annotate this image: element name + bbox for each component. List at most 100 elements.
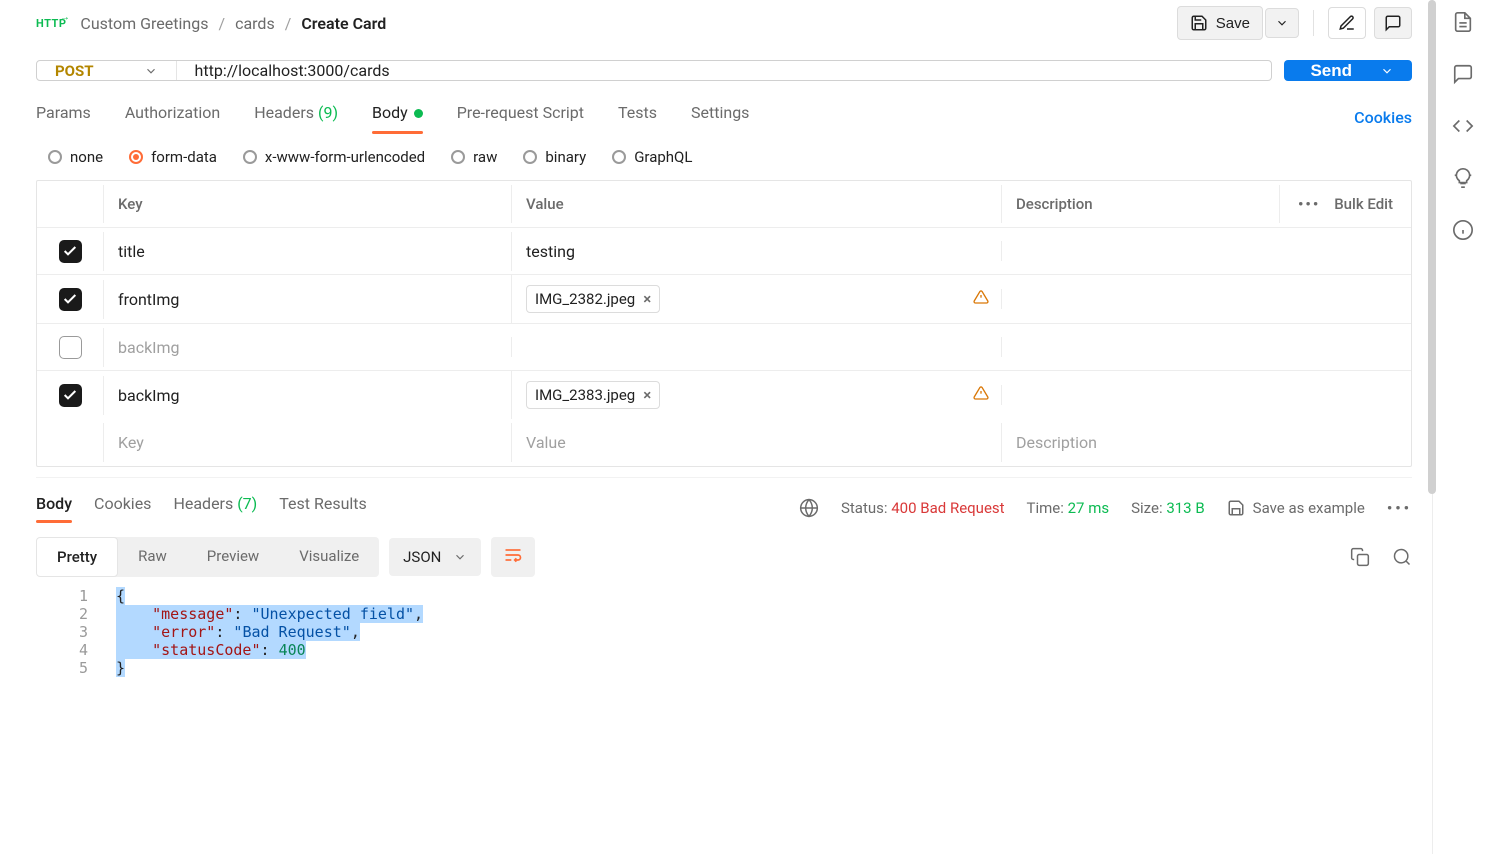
comment-button[interactable] xyxy=(1374,7,1412,39)
status-value: 400 Bad Request xyxy=(891,499,1004,517)
chevron-down-icon xyxy=(453,550,467,564)
key-cell[interactable]: title xyxy=(103,232,511,271)
checkbox-checked-icon[interactable] xyxy=(59,384,82,407)
radio-icon xyxy=(612,150,626,164)
view-pretty[interactable]: Pretty xyxy=(36,537,118,577)
breadcrumb-request[interactable]: Create Card xyxy=(301,14,386,33)
rtab-body[interactable]: Body xyxy=(36,494,72,521)
breadcrumb-folder[interactable]: cards xyxy=(235,14,275,33)
column-options-button[interactable]: ••• xyxy=(1298,195,1320,213)
globe-icon[interactable] xyxy=(799,498,819,518)
col-key: Key xyxy=(103,185,511,223)
table-header-row: Key Value Description ••• Bulk Edit xyxy=(37,181,1411,228)
comments-button[interactable] xyxy=(1451,62,1475,86)
request-tabs: Params Authorization Headers (9) Body Pr… xyxy=(36,81,1412,132)
new-key-input[interactable]: Key xyxy=(103,423,511,462)
code-button[interactable] xyxy=(1451,114,1475,138)
rtab-test-results[interactable]: Test Results xyxy=(279,494,367,521)
view-mode-group: Pretty Raw Preview Visualize xyxy=(36,537,379,577)
checkbox-checked-icon[interactable] xyxy=(59,288,82,311)
bulk-edit-button[interactable]: Bulk Edit xyxy=(1334,195,1393,213)
scrollbar[interactable] xyxy=(1428,0,1436,494)
size-value: 313 B xyxy=(1166,499,1204,517)
url-box: POST http://localhost:3000/cards xyxy=(36,60,1272,81)
view-raw[interactable]: Raw xyxy=(118,537,187,577)
lightbulb-button[interactable] xyxy=(1451,166,1475,190)
bodytype-raw[interactable]: raw xyxy=(451,148,497,166)
response-tabs: Body Cookies Headers (7) Test Results xyxy=(36,494,367,521)
view-right-actions xyxy=(1350,547,1412,567)
response-body-code[interactable]: 1{ 2 "message": "Unexpected field", 3 "e… xyxy=(36,577,1412,677)
bodytype-none[interactable]: none xyxy=(48,148,103,166)
http-method-badge: HTTP→ xyxy=(36,17,66,30)
tab-settings[interactable]: Settings xyxy=(691,103,749,132)
response-meta: Status: 400 Bad Request Time: 27 ms Size… xyxy=(799,498,1412,518)
table-row-new: Key Value Description xyxy=(37,419,1411,466)
bodytype-graphql[interactable]: GraphQL xyxy=(612,148,692,166)
warning-icon xyxy=(973,289,989,309)
chevron-down-icon xyxy=(1275,16,1289,30)
desc-cell[interactable] xyxy=(1001,289,1411,309)
desc-cell[interactable] xyxy=(1001,385,1411,405)
file-chip[interactable]: IMG_2382.jpeg× xyxy=(526,285,660,313)
chevron-down-icon xyxy=(1380,64,1394,78)
close-icon[interactable]: × xyxy=(643,386,651,404)
save-dropdown[interactable] xyxy=(1265,8,1299,38)
radio-icon xyxy=(523,150,537,164)
edit-button[interactable] xyxy=(1328,7,1366,39)
tab-headers[interactable]: Headers (9) xyxy=(254,103,338,132)
documentation-button[interactable] xyxy=(1451,10,1475,34)
rtab-cookies[interactable]: Cookies xyxy=(94,494,151,521)
search-icon[interactable] xyxy=(1392,547,1412,567)
send-label: Send xyxy=(1310,61,1352,81)
save-as-example-button[interactable]: Save as example xyxy=(1227,499,1365,517)
key-cell[interactable]: frontImg xyxy=(103,280,511,319)
desc-cell[interactable] xyxy=(1001,337,1411,357)
method-select[interactable]: POST xyxy=(37,61,177,80)
new-value-input[interactable]: Value xyxy=(511,423,1001,462)
tab-params[interactable]: Params xyxy=(36,103,91,132)
table-row: backImg IMG_2383.jpeg× xyxy=(37,371,1411,419)
radio-icon xyxy=(129,150,143,164)
radio-icon xyxy=(48,150,62,164)
bodytype-form-data[interactable]: form-data xyxy=(129,148,217,166)
response-more-button[interactable]: ••• xyxy=(1387,499,1412,517)
comment-icon xyxy=(1384,14,1402,32)
cookies-link[interactable]: Cookies xyxy=(1354,108,1412,127)
col-description: Description xyxy=(1001,185,1279,223)
bodytype-xwww[interactable]: x-www-form-urlencoded xyxy=(243,148,425,166)
file-chip[interactable]: IMG_2383.jpeg× xyxy=(526,381,660,409)
value-cell[interactable]: testing xyxy=(526,242,575,261)
rtab-headers[interactable]: Headers (7) xyxy=(173,494,257,521)
checkbox-checked-icon[interactable] xyxy=(59,240,82,263)
chevron-down-icon xyxy=(144,64,158,78)
tab-tests[interactable]: Tests xyxy=(618,103,657,132)
bodytype-binary[interactable]: binary xyxy=(523,148,586,166)
close-icon[interactable]: × xyxy=(643,290,651,308)
value-cell-wrap: IMG_2382.jpeg× xyxy=(511,275,1001,323)
separator xyxy=(1313,10,1314,36)
desc-cell[interactable] xyxy=(1001,241,1411,261)
info-button[interactable] xyxy=(1451,218,1475,242)
language-select[interactable]: JSON xyxy=(389,538,481,576)
url-input[interactable]: http://localhost:3000/cards xyxy=(177,61,1272,80)
table-row: title testing xyxy=(37,228,1411,275)
tab-authorization[interactable]: Authorization xyxy=(125,103,220,132)
new-desc-input[interactable]: Description xyxy=(1001,423,1411,462)
tab-body[interactable]: Body xyxy=(372,103,423,132)
wrap-lines-button[interactable] xyxy=(491,537,535,577)
view-visualize[interactable]: Visualize xyxy=(279,537,379,577)
wrap-icon xyxy=(503,545,523,565)
tab-prerequest[interactable]: Pre-request Script xyxy=(457,103,584,132)
breadcrumb-collection[interactable]: Custom Greetings xyxy=(80,14,208,33)
method-value: POST xyxy=(55,62,94,80)
view-preview[interactable]: Preview xyxy=(187,537,279,577)
key-cell[interactable]: backImg xyxy=(103,376,511,415)
checkbox-unchecked-icon[interactable] xyxy=(59,336,82,359)
send-button[interactable]: Send xyxy=(1284,60,1412,81)
url-row: POST http://localhost:3000/cards Send xyxy=(36,60,1412,81)
value-cell-wrap: IMG_2383.jpeg× xyxy=(511,371,1001,419)
save-button[interactable]: Save xyxy=(1177,6,1263,40)
copy-icon[interactable] xyxy=(1350,547,1370,567)
key-cell[interactable]: backImg xyxy=(103,328,511,367)
